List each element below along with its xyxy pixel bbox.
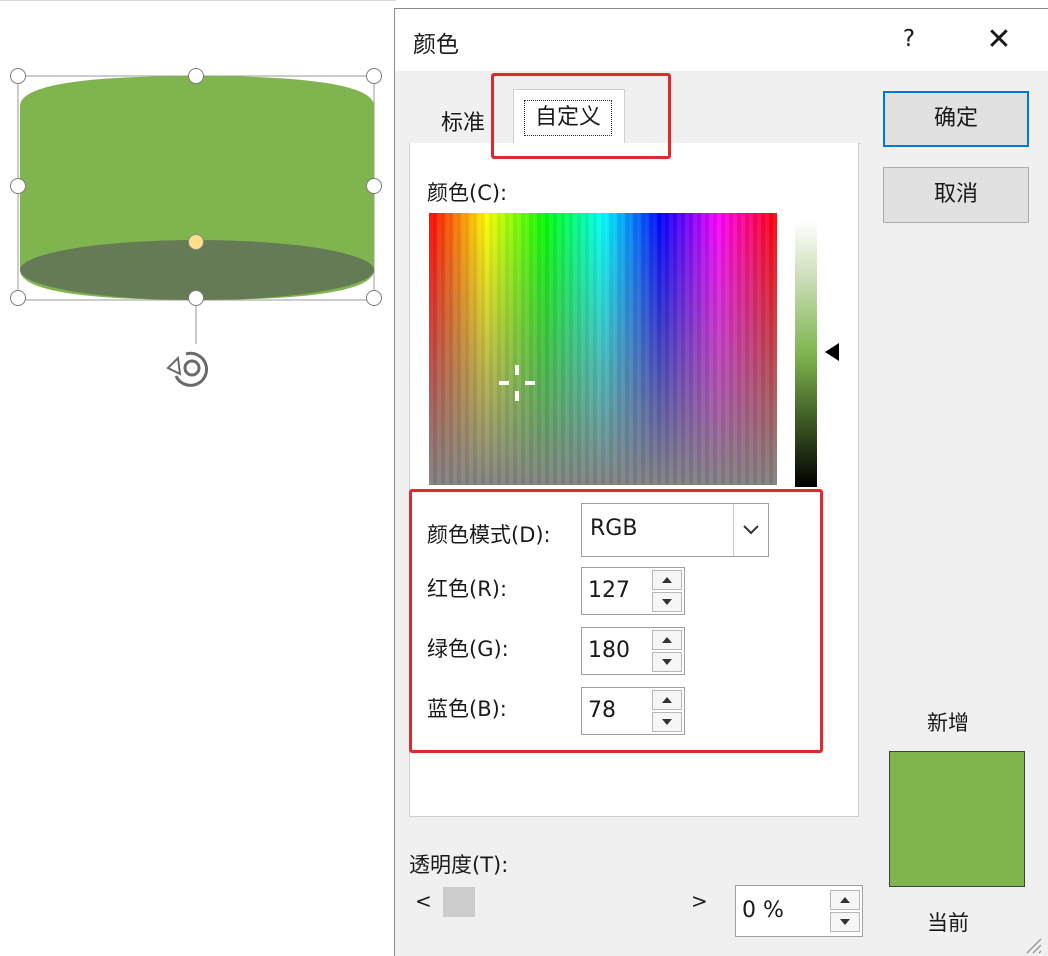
close-button[interactable]: ✕ — [979, 21, 1019, 61]
triangle-up-icon — [840, 897, 850, 903]
ok-button[interactable]: 确定 — [883, 91, 1029, 147]
cancel-button[interactable]: 取消 — [883, 167, 1029, 223]
scroll-left-button[interactable]: < — [415, 889, 432, 913]
ruler-line — [0, 0, 396, 1]
help-button[interactable]: ? — [893, 23, 925, 55]
resize-handle-right[interactable] — [366, 178, 382, 194]
resize-handle-top-right[interactable] — [366, 68, 382, 84]
luminance-pointer-icon[interactable] — [825, 343, 839, 361]
resize-grip-icon[interactable] — [1023, 935, 1043, 955]
resize-handle-bottom-right[interactable] — [366, 290, 382, 306]
resize-handle-left[interactable] — [10, 178, 26, 194]
transparency-slider-thumb[interactable] — [443, 887, 475, 917]
scroll-right-button[interactable]: > — [691, 889, 708, 913]
dialog-title: 颜色 — [413, 32, 459, 58]
highlight-box-tab — [491, 73, 671, 159]
highlight-box-rgb — [409, 489, 823, 753]
color-preview-swatch — [889, 751, 1025, 887]
color-spectrum-picker[interactable] — [429, 213, 777, 485]
crosshair-icon — [499, 365, 535, 401]
triangle-down-icon — [840, 919, 850, 925]
tab-standard[interactable]: 标准 — [441, 105, 485, 137]
color-dialog: 颜色 ? ✕ 标准 自定义 颜色(C): 颜色模式(D): RGB 红色(R):… — [394, 8, 1048, 956]
current-color-label: 当前 — [927, 911, 969, 935]
resize-handle-bottom[interactable] — [188, 290, 204, 306]
transparency-value[interactable]: 0 % — [742, 898, 784, 923]
transparency-stepper[interactable]: 0 % — [735, 885, 863, 937]
new-color-label: 新增 — [927, 711, 969, 735]
transparency-increment-button[interactable] — [830, 890, 860, 910]
adjust-handle[interactable] — [188, 234, 204, 250]
transparency-decrement-button[interactable] — [830, 912, 860, 932]
colors-label: 颜色(C): — [427, 181, 508, 205]
transparency-label: 透明度(T): — [409, 853, 509, 877]
title-bar — [395, 9, 1048, 71]
resize-handle-top[interactable] — [188, 68, 204, 84]
luminance-slider[interactable] — [795, 221, 817, 487]
resize-handle-top-left[interactable] — [10, 68, 26, 84]
resize-handle-bottom-left[interactable] — [10, 290, 26, 306]
rotate-icon[interactable] — [166, 346, 220, 392]
